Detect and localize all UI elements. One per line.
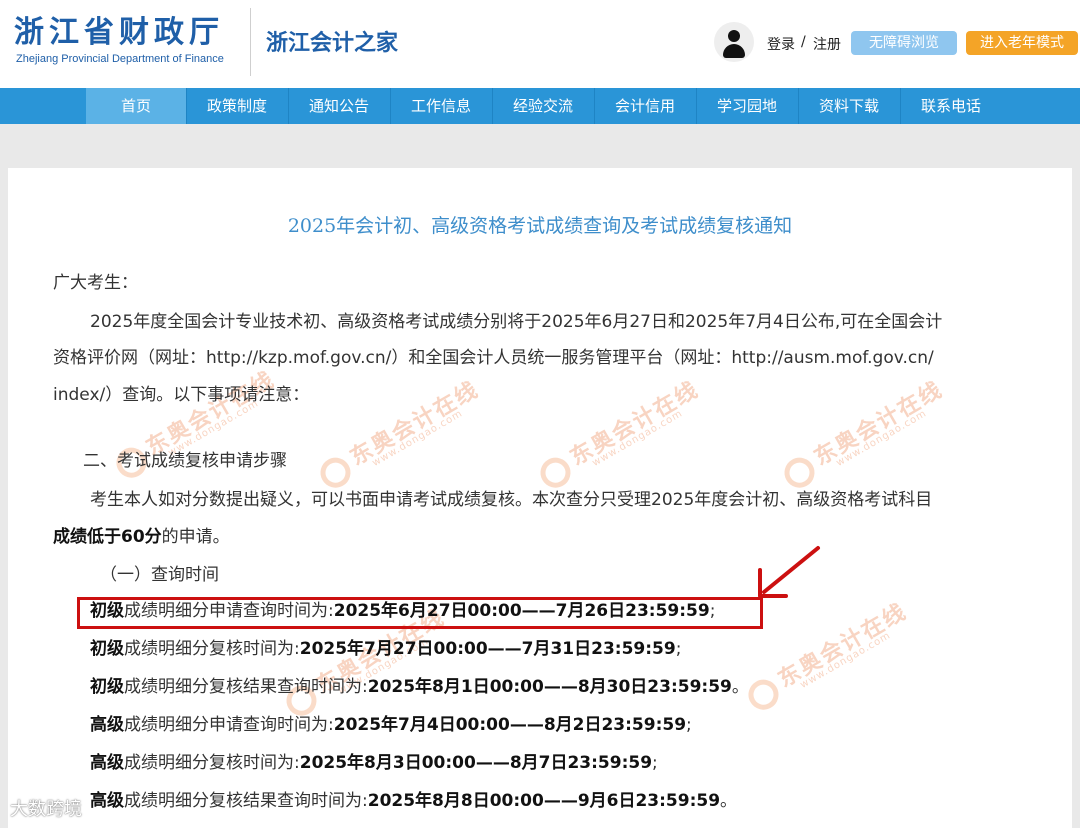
schedule-level: 高级 [90, 791, 124, 811]
logo-title[interactable]: 浙江省财政厅 [14, 16, 224, 50]
nav-item-experience[interactable]: 经验交流 [493, 88, 593, 124]
section-body-line-2-rest: 的申请。 [161, 527, 230, 547]
schedule-level: 高级 [90, 753, 124, 773]
schedule-desc: 成绩明细分复核时间为: [124, 753, 300, 773]
schedule-line: 高级成绩明细分申请查询时间为:2025年7月4日00:00——8月2日23:59… [90, 714, 692, 736]
user-avatar-icon[interactable] [714, 22, 754, 62]
schedule-desc: 成绩明细分复核结果查询时间为: [124, 791, 368, 811]
highlight-box [77, 597, 763, 629]
schedule-end: 。 [731, 677, 749, 697]
schedule-desc: 成绩明细分申请查询时间为: [124, 715, 334, 735]
register-link[interactable]: 注册 [813, 34, 841, 54]
schedule-line: 初级成绩明细分复核时间为:2025年7月27日00:00——7月31日23:59… [90, 638, 681, 660]
article-title: 2025年会计初、高级资格考试成绩查询及考试成绩复核通知 [287, 215, 793, 237]
nav-item-downloads[interactable]: 资料下载 [799, 88, 899, 124]
schedule-line: 高级成绩明细分复核结果查询时间为:2025年8月8日00:00——9月6日23:… [90, 790, 737, 812]
logo-divider [250, 8, 251, 76]
schedule-line: 高级成绩明细分复核时间为:2025年8月3日00:00——8月7日23:59:5… [90, 752, 658, 774]
greeting: 广大考生： [53, 273, 138, 293]
section-body-line-1: 考生本人如对分数提出疑义，可以书面申请考试成绩复核。本次查分只受理2025年度会… [90, 490, 933, 510]
nav-item-notices[interactable]: 通知公告 [289, 88, 389, 124]
schedule-time: 2025年8月1日00:00——8月30日23:59:59 [367, 677, 732, 697]
login-separator: / [801, 34, 806, 50]
nav-item-learning[interactable]: 学习园地 [697, 88, 797, 124]
accessible-browse-button[interactable]: 无障碍浏览 [851, 31, 957, 55]
elder-mode-button[interactable]: 进入老年模式 [966, 31, 1078, 55]
schedule-end: ; [652, 753, 658, 773]
section-heading: 二、考试成绩复核申请步骤 [83, 451, 287, 471]
nav-item-home[interactable]: 首页 [86, 88, 186, 124]
schedule-time: 2025年8月8日00:00——9月6日23:59:59 [367, 791, 721, 811]
intro-line-1: 2025年度全国会计专业技术初、高级资格考试成绩分别将于2025年6月27日和2… [90, 312, 943, 332]
avatar-head [728, 30, 740, 42]
schedule-end: 。 [720, 791, 738, 811]
intro-line-3: index/）查询。以下事项请注意： [53, 385, 310, 405]
site-header: 浙江省财政厅 Zhejiang Provincial Department of… [0, 0, 1080, 88]
nav-item-work-info[interactable]: 工作信息 [391, 88, 491, 124]
intro-line-2: 资格评价网（网址：http://kzp.mof.gov.cn/）和全国会计人员统… [53, 348, 934, 368]
schedule-line: 初级成绩明细分复核结果查询时间为:2025年8月1日00:00——8月30日23… [90, 676, 749, 698]
schedule-time: 2025年7月27日00:00——7月31日23:59:59 [299, 639, 676, 659]
main-nav: 首页 政策制度 通知公告 工作信息 经验交流 会计信用 学习园地 资料下载 联系… [0, 88, 1080, 124]
schedule-end: ; [686, 715, 692, 735]
schedule-level: 初级 [90, 677, 124, 697]
logo-subtitle: Zhejiang Provincial Department of Financ… [16, 53, 224, 65]
schedule-time: 2025年7月4日00:00——8月2日23:59:59 [333, 715, 687, 735]
corner-watermark: 大数跨境 [10, 799, 82, 820]
score-threshold: 成绩低于60分 [53, 527, 162, 547]
nav-item-credit[interactable]: 会计信用 [595, 88, 695, 124]
section-body-line-2: 成绩低于60分的申请。 [53, 526, 230, 548]
nav-item-contact[interactable]: 联系电话 [901, 88, 1001, 124]
red-arrow-icon [758, 546, 820, 598]
schedule-desc: 成绩明细分复核结果查询时间为: [124, 677, 368, 697]
schedule-desc: 成绩明细分复核时间为: [124, 639, 300, 659]
schedule-end: ; [675, 639, 682, 659]
nav-item-policy[interactable]: 政策制度 [187, 88, 287, 124]
login-link[interactable]: 登录 [767, 34, 795, 54]
subsection-heading: （一）查询时间 [100, 565, 219, 585]
schedule-level: 初级 [90, 639, 124, 659]
schedule-level: 高级 [90, 715, 124, 735]
site-name[interactable]: 浙江会计之家 [266, 25, 398, 57]
avatar-body [723, 44, 745, 58]
schedule-time: 2025年8月3日00:00——8月7日23:59:59 [299, 753, 653, 773]
